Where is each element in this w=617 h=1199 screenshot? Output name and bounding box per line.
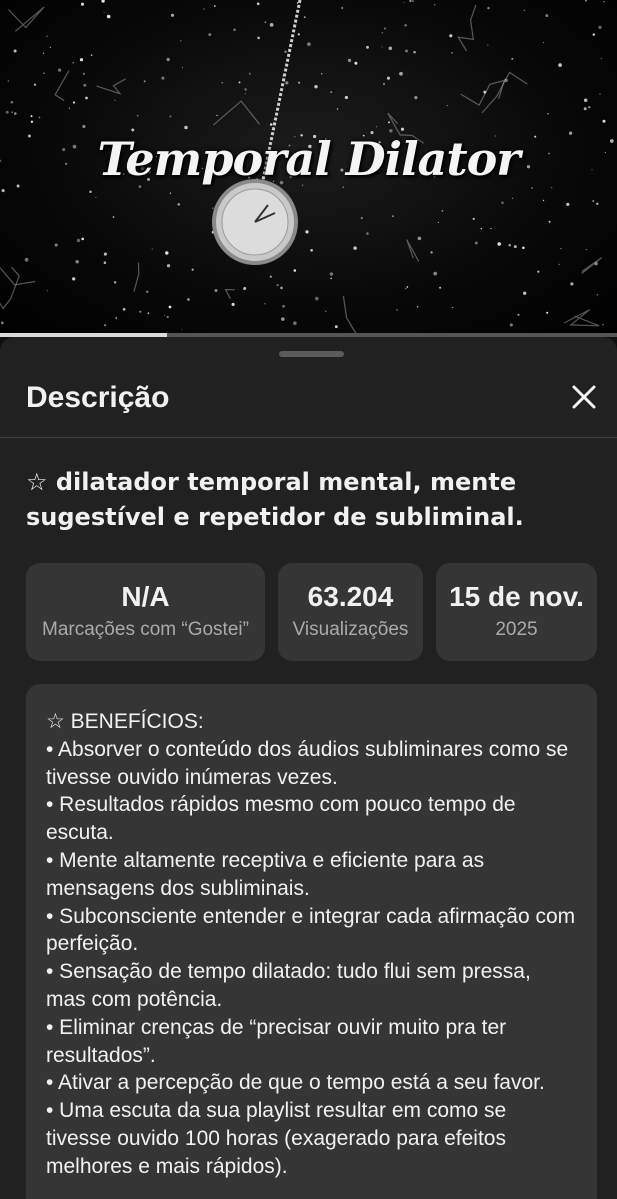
close-icon: [572, 385, 596, 409]
pocket-watch-icon: [212, 179, 298, 265]
date-stat: 15 de nov. 2025: [436, 563, 597, 661]
views-stat: 63.204 Visualizações: [278, 563, 423, 661]
close-button[interactable]: [566, 379, 602, 415]
description-box[interactable]: ☆ BENEFÍCIOS: • Absorver o conteúdo dos …: [26, 684, 597, 1199]
video-player[interactable]: Temporal Dilator: [0, 0, 617, 336]
sheet-header: Descrição: [0, 367, 617, 438]
likes-value: N/A: [121, 581, 170, 612]
video-overlay-title: Temporal Dilator: [97, 132, 520, 186]
description-sheet: Descrição ☆ dilatador temporal mental, m…: [0, 337, 617, 1199]
sheet-title: Descrição: [26, 381, 170, 414]
likes-label: Marcações com “Gostei”: [42, 619, 249, 640]
description-text: ☆ BENEFÍCIOS: • Absorver o conteúdo dos …: [46, 710, 576, 1178]
views-label: Visualizações: [292, 619, 409, 640]
date-value: 15 de nov.: [449, 581, 584, 612]
likes-stat: N/A Marcações com “Gostei”: [26, 563, 265, 661]
views-value: 63.204: [307, 581, 394, 612]
drag-handle[interactable]: [279, 351, 344, 357]
video-title: ☆ dilatador temporal mental, mente suges…: [26, 468, 524, 531]
date-year: 2025: [495, 619, 538, 640]
